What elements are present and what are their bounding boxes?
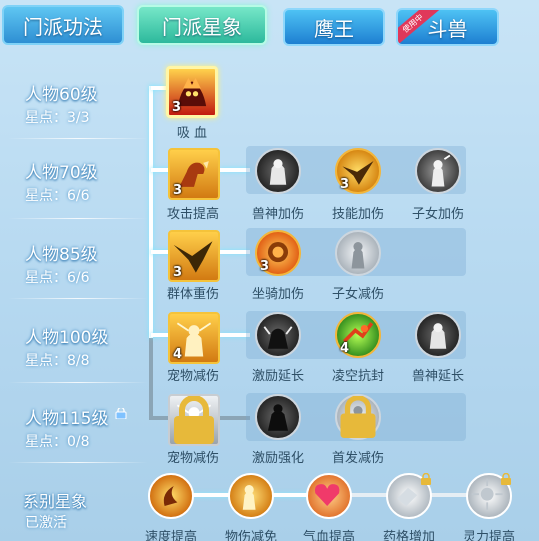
series-status: 已激活 bbox=[25, 515, 67, 531]
skill-child-reduce[interactable] bbox=[335, 230, 381, 276]
tab-label: 斗兽 bbox=[427, 16, 468, 41]
lock-icon bbox=[501, 473, 511, 485]
tab-label: 门派功法 bbox=[23, 14, 103, 39]
skill-pet-reduce-locked[interactable] bbox=[168, 394, 220, 446]
skill-beast-god-dmg[interactable] bbox=[255, 148, 301, 194]
skill-inspire-strengthen[interactable] bbox=[255, 394, 301, 440]
series-speed-up[interactable] bbox=[148, 473, 194, 519]
skill-leap-resist[interactable]: 4 bbox=[335, 312, 381, 358]
skill-beast-god-extend[interactable] bbox=[415, 312, 461, 358]
divider bbox=[8, 462, 148, 463]
skill-label: 凌空抗封 bbox=[331, 369, 384, 384]
divider bbox=[8, 298, 148, 299]
tab-eagle-king[interactable]: 鹰王 bbox=[283, 8, 385, 46]
skill-label: 技能加伤 bbox=[331, 207, 384, 222]
level-name: 人物60级 bbox=[25, 85, 98, 105]
skill-mount-dmg[interactable]: 3 bbox=[255, 230, 301, 276]
skill-group-heavy[interactable]: 3 bbox=[168, 230, 220, 282]
skill-label: 激励延长 bbox=[251, 369, 304, 384]
inspire-figure-icon bbox=[263, 326, 293, 349]
tab-beast-fight[interactable]: 使用中 斗兽 bbox=[396, 8, 499, 46]
lock-icon bbox=[340, 396, 376, 438]
child-sword-icon bbox=[431, 154, 451, 187]
beast-god-extend-icon bbox=[429, 323, 447, 349]
series-title: 系别星象 bbox=[23, 492, 88, 511]
series-label: 药格增加 bbox=[382, 530, 435, 541]
divider bbox=[8, 218, 148, 219]
skill-first-strike-reduce[interactable] bbox=[335, 394, 381, 440]
tab-sect-stars[interactable]: 门派星象 bbox=[137, 5, 267, 45]
phys-reduce-icon bbox=[242, 485, 256, 510]
skill-count: 4 bbox=[340, 341, 350, 356]
series-potion-slot[interactable] bbox=[386, 473, 432, 519]
divider bbox=[8, 382, 148, 383]
skill-label: 首发减伤 bbox=[331, 451, 384, 466]
skill-label: 宠物减伤 bbox=[166, 369, 219, 384]
skill-vampire[interactable]: 3 bbox=[166, 66, 218, 118]
tab-sect-skills[interactable]: 门派功法 bbox=[2, 5, 124, 45]
lock-icon bbox=[174, 396, 214, 444]
heart-icon bbox=[314, 484, 340, 507]
skill-inspire-extend[interactable] bbox=[255, 312, 301, 358]
series-hp-up[interactable] bbox=[306, 473, 352, 519]
series-phys-reduce[interactable] bbox=[228, 473, 274, 519]
skill-label: 宠物减伤 bbox=[166, 451, 219, 466]
skill-count: 3 bbox=[173, 265, 183, 280]
series-label: 气血提高 bbox=[302, 530, 355, 541]
level-stars: 星点：0/8 bbox=[25, 434, 90, 450]
skill-child-dmg[interactable] bbox=[415, 148, 461, 194]
skill-label: 子女加伤 bbox=[411, 207, 464, 222]
skill-pet-reduce[interactable]: 4 bbox=[168, 312, 220, 364]
level-name: 人物115级 bbox=[25, 409, 109, 429]
lock-icon bbox=[421, 473, 431, 485]
divider bbox=[8, 138, 148, 139]
beast-god-icon bbox=[269, 159, 287, 185]
skill-count: 3 bbox=[260, 259, 270, 274]
skill-label: 激励强化 bbox=[251, 451, 304, 466]
series-connector bbox=[192, 493, 232, 497]
skill-label: 兽神加伤 bbox=[251, 207, 304, 222]
level-stars: 星点：6/6 bbox=[25, 270, 90, 286]
series-label: 物伤减免 bbox=[224, 530, 277, 541]
series-connector bbox=[270, 493, 310, 497]
skill-count: 3 bbox=[340, 177, 350, 192]
tab-bar: 门派功法 门派星象 鹰王 使用中 斗兽 bbox=[0, 0, 539, 54]
skill-label: 坐骑加伤 bbox=[251, 287, 304, 302]
tab-label: 鹰王 bbox=[314, 16, 354, 41]
skill-count: 3 bbox=[172, 100, 182, 115]
level-stars: 星点：8/8 bbox=[25, 353, 90, 369]
level-name: 人物70级 bbox=[25, 163, 98, 183]
skill-count: 3 bbox=[173, 183, 183, 198]
skill-label: 吸 血 bbox=[176, 126, 208, 141]
tab-label: 门派星象 bbox=[162, 14, 242, 39]
skill-count: 4 bbox=[173, 347, 183, 362]
series-spirit-up[interactable] bbox=[466, 473, 512, 519]
skill-label: 攻击提高 bbox=[166, 207, 219, 222]
skill-label: 群体重伤 bbox=[166, 287, 219, 302]
series-connector bbox=[430, 493, 470, 497]
skill-tech-dmg[interactable]: 3 bbox=[335, 148, 381, 194]
level-stars: 星点：3/3 bbox=[25, 110, 90, 126]
level-stars: 星点：6/6 bbox=[25, 188, 90, 204]
series-label: 灵力提高 bbox=[462, 530, 515, 541]
level-name: 人物85级 bbox=[25, 245, 98, 265]
child-shield-icon bbox=[351, 242, 365, 269]
skill-label: 子女减伤 bbox=[331, 287, 384, 302]
level-name: 人物100级 bbox=[25, 328, 109, 348]
series-label: 速度提高 bbox=[144, 530, 197, 541]
skill-attack-up[interactable]: 3 bbox=[168, 148, 220, 200]
skill-label: 兽神延长 bbox=[411, 369, 464, 384]
lock-icon bbox=[115, 408, 127, 419]
series-connector bbox=[350, 493, 390, 497]
speed-icon bbox=[163, 485, 178, 507]
inspire-strong-icon bbox=[267, 404, 289, 431]
